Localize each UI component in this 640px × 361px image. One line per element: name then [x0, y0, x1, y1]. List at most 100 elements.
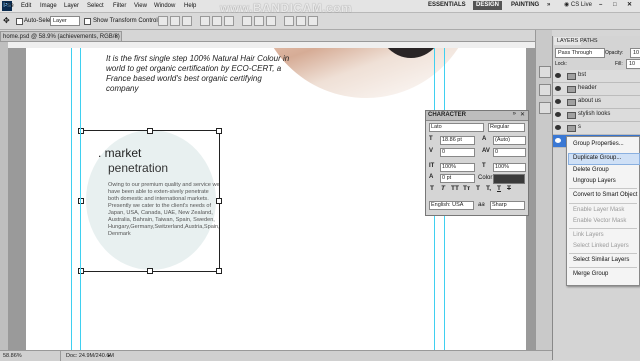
visibility-eye-icon[interactable] — [555, 138, 561, 143]
visibility-eye-icon[interactable] — [555, 73, 561, 78]
layer-name: about us — [578, 98, 602, 104]
font-style-select[interactable]: Regular — [488, 123, 525, 132]
cs-live-button[interactable]: ◉ CS Live — [561, 1, 595, 10]
distribute-top-icon[interactable] — [242, 16, 252, 26]
baseline-icon: A — [429, 174, 434, 180]
transform-handle[interactable] — [216, 268, 222, 274]
collapse-icon[interactable]: » — [513, 111, 516, 117]
guide-line[interactable] — [80, 48, 81, 350]
menu-item-duplicate-group[interactable]: Duplicate Group... — [573, 155, 621, 161]
transform-handle[interactable] — [78, 198, 84, 204]
show-transform-checkbox[interactable] — [84, 18, 91, 25]
menu-item-enable-vector-mask: Enable Vector Mask — [573, 218, 627, 224]
workspace-painting[interactable]: PAINTING — [508, 1, 542, 10]
faux-bold-icon[interactable]: T — [430, 185, 434, 192]
superscript-icon[interactable]: T — [476, 185, 480, 192]
transform-handle[interactable] — [147, 128, 153, 134]
tracking-input[interactable]: 0 — [493, 148, 526, 157]
distribute-left-icon[interactable] — [284, 16, 294, 26]
menu-item-select-similar-layers[interactable]: Select Similar Layers — [573, 257, 629, 263]
auto-select-dropdown[interactable]: Layer — [50, 16, 80, 26]
layer-row[interactable]: bst — [553, 70, 640, 83]
transform-handle[interactable] — [78, 128, 84, 134]
menu-help[interactable]: Help — [184, 3, 196, 9]
align-vcenter-icon[interactable] — [170, 16, 180, 26]
align-right-icon[interactable] — [224, 16, 234, 26]
menu-item-ungroup-layers[interactable]: Ungroup Layers — [573, 178, 616, 184]
layer-row[interactable]: stylish looks — [553, 109, 640, 122]
leading-input[interactable]: (Auto) — [493, 136, 526, 145]
transform-handle[interactable] — [78, 268, 84, 274]
align-hcenter-icon[interactable] — [212, 16, 222, 26]
menu-item-enable-layer-mask: Enable Layer Mask — [573, 207, 625, 213]
menu-filter[interactable]: Filter — [113, 3, 126, 9]
vertical-scale-input[interactable]: 100% — [440, 163, 475, 172]
distribute-bottom-icon[interactable] — [266, 16, 276, 26]
menu-image[interactable]: Image — [40, 3, 57, 9]
align-left-icon[interactable] — [200, 16, 210, 26]
menu-item-merge-group[interactable]: Merge Group — [573, 271, 608, 277]
visibility-eye-icon[interactable] — [555, 86, 561, 91]
menu-view[interactable]: View — [134, 3, 147, 9]
strikethrough-icon[interactable]: T — [507, 185, 511, 192]
language-select[interactable]: English: USA — [429, 201, 474, 210]
small-caps-icon[interactable]: Tт — [463, 185, 470, 192]
menu-edit[interactable]: Edit — [21, 3, 31, 9]
visibility-eye-icon[interactable] — [555, 99, 561, 104]
faux-italic-icon[interactable]: T — [441, 185, 445, 192]
menu-item-group-properties[interactable]: Group Properties... — [573, 141, 624, 147]
distribute-vcenter-icon[interactable] — [254, 16, 264, 26]
layer-row[interactable]: header — [553, 83, 640, 96]
menu-file[interactable]: File — [4, 3, 14, 9]
auto-select-checkbox[interactable] — [16, 18, 23, 25]
menu-separator — [569, 267, 637, 268]
font-size-input[interactable]: 18.86 pt — [440, 136, 475, 145]
workspace-design[interactable]: DESIGN — [473, 1, 503, 10]
distribute-hcenter-icon[interactable] — [296, 16, 306, 26]
close-window-icon[interactable]: ✕ — [624, 1, 636, 10]
actions-panel-icon[interactable] — [539, 84, 551, 96]
horizontal-scale-icon: T — [482, 163, 486, 169]
visibility-eye-icon[interactable] — [555, 112, 561, 117]
menu-window[interactable]: Window — [154, 3, 175, 9]
layer-row[interactable]: s — [553, 122, 640, 135]
menu-select[interactable]: Select — [87, 3, 104, 9]
cs-live-icon: ◉ — [564, 2, 571, 8]
tab-paths[interactable]: PATHS — [577, 37, 601, 45]
transform-handle[interactable] — [147, 268, 153, 274]
character-panel-icon[interactable] — [539, 102, 551, 114]
transform-bounding-box[interactable] — [78, 128, 222, 274]
layer-name: s — [578, 124, 581, 130]
antialias-select[interactable]: Sharp — [490, 201, 525, 210]
distribute-right-icon[interactable] — [308, 16, 318, 26]
opacity-input[interactable]: 10 — [630, 48, 640, 58]
transform-handle[interactable] — [216, 198, 222, 204]
subscript-icon[interactable]: T, — [486, 185, 491, 192]
transform-handle[interactable] — [216, 128, 222, 134]
menu-item-convert-smart-object[interactable]: Convert to Smart Object — [573, 192, 637, 198]
kerning-input[interactable]: 0 — [440, 148, 475, 157]
move-tool-icon[interactable]: ✥ — [3, 16, 10, 25]
color-swatch[interactable] — [493, 174, 525, 184]
minimize-icon[interactable]: – — [596, 1, 608, 10]
font-family-select[interactable]: Lato — [429, 123, 484, 132]
align-top-icon[interactable] — [158, 16, 168, 26]
visibility-eye-icon[interactable] — [555, 125, 561, 130]
blend-mode-dropdown[interactable]: Pass Through — [555, 48, 605, 58]
restore-icon[interactable]: □ — [610, 1, 622, 10]
history-panel-icon[interactable] — [539, 66, 551, 78]
underline-icon[interactable]: T — [497, 185, 501, 192]
horizontal-scale-input[interactable]: 100% — [493, 163, 526, 172]
panel-close-icon[interactable]: ✕ — [520, 111, 525, 118]
workspace-more[interactable]: » — [544, 1, 553, 10]
menu-item-delete-group[interactable]: Delete Group — [573, 167, 609, 173]
fill-input[interactable]: 10 — [626, 59, 640, 69]
workspace-essentials[interactable]: ESSENTIALS — [425, 1, 469, 10]
guide-line[interactable] — [71, 48, 72, 350]
baseline-input[interactable]: 0 pt — [440, 174, 475, 183]
layer-row[interactable]: about us — [553, 96, 640, 109]
align-bottom-icon[interactable] — [182, 16, 192, 26]
menu-layer[interactable]: Layer — [64, 3, 79, 9]
character-panel-header: CHARACTER » ✕ — [426, 111, 528, 121]
all-caps-icon[interactable]: TT — [451, 185, 459, 192]
